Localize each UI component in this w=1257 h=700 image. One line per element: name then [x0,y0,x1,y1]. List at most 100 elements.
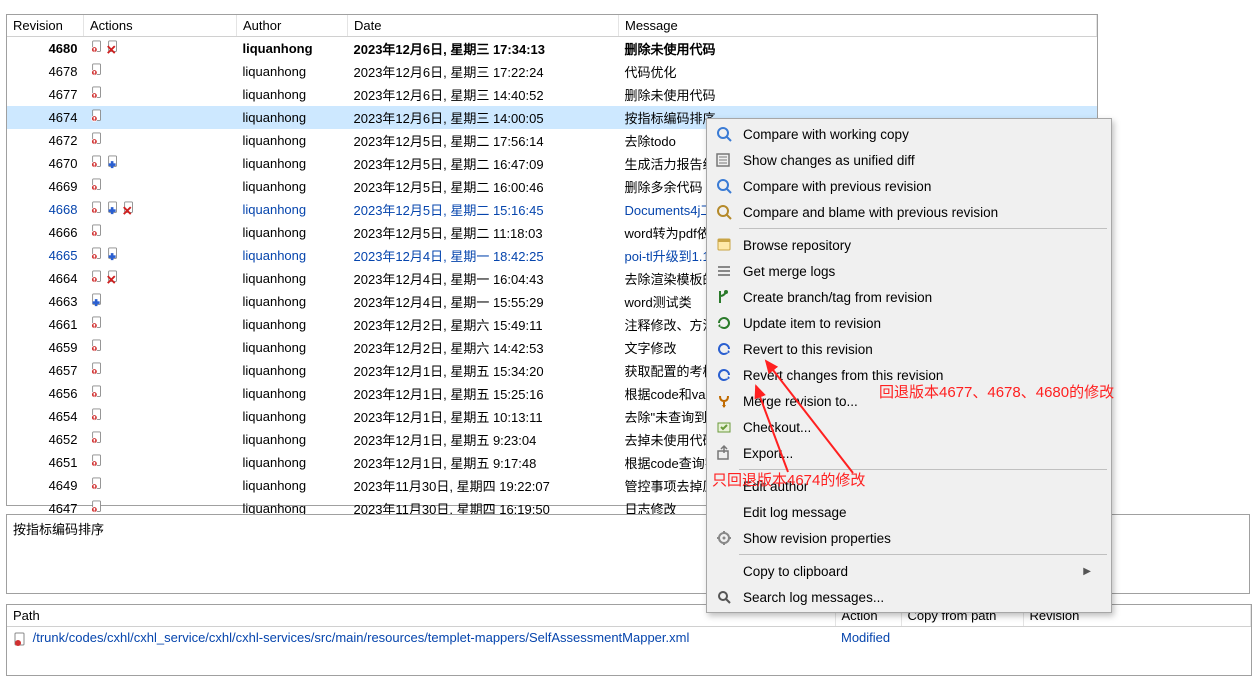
col-header-revision[interactable]: Revision [7,15,84,37]
revision-number: 4670 [49,156,78,171]
modified-icon [90,499,104,515]
revision-number: 4659 [49,340,78,355]
path-action: Modified [835,627,901,649]
added-icon [106,154,120,170]
menu-label: Compare with previous revision [743,179,931,194]
date: 2023年12月4日, 星期一 15:55:29 [354,295,544,310]
message: 按指标编码排序 [625,111,716,126]
export-icon [713,444,735,462]
menu-label: Edit log message [743,505,847,520]
revision-number: 4665 [49,248,78,263]
date: 2023年12月6日, 星期三 14:00:05 [354,111,544,126]
modified-icon [90,200,104,216]
modified-icon [90,39,104,55]
author: liquanhong [243,179,307,194]
col-header-actions[interactable]: Actions [84,15,237,37]
menu-item[interactable]: Search log messages... [709,584,1109,610]
menu-label: Compare and blame with previous revision [743,205,998,220]
author: liquanhong [243,455,307,470]
modified-icon [90,85,104,101]
props-icon [713,529,735,547]
actions-cell [84,60,237,83]
menu-item[interactable]: Export... [709,440,1109,466]
menu-item[interactable]: Get merge logs [709,258,1109,284]
menu-item[interactable]: Compare with previous revision [709,173,1109,199]
actions-cell [84,221,237,244]
actions-cell [84,267,237,290]
author: liquanhong [243,87,307,102]
modified-icon [90,430,104,446]
menu-item[interactable]: Revert to this revision [709,336,1109,362]
actions-cell [84,152,237,175]
menu-separator [739,228,1107,229]
modified-icon [90,108,104,124]
blame-icon [713,203,735,221]
search-icon [713,588,735,606]
log-row[interactable]: 4680liquanhong2023年12月6日, 星期三 17:34:13删除… [7,37,1097,61]
menu-item[interactable]: Show changes as unified diff [709,147,1109,173]
context-menu[interactable]: Compare with working copy Show changes as… [706,118,1112,613]
menu-item[interactable]: Copy to clipboard▶ [709,558,1109,584]
actions-cell [84,405,237,428]
actions-cell [84,336,237,359]
date: 2023年12月1日, 星期五 10:13:11 [354,410,543,425]
actions-cell [84,359,237,382]
menu-label: Compare with working copy [743,127,909,142]
log-row[interactable]: 4677 liquanhong 2023年12月6日, 星期三 14:40:52 删除… [7,83,1097,106]
date: 2023年12月5日, 星期二 15:16:45 [354,203,544,218]
author: liquanhong [243,386,307,401]
menu-item[interactable]: Checkout... [709,414,1109,440]
modified-icon [90,154,104,170]
deleted-icon [106,39,120,55]
modified-icon [90,177,104,193]
menu-item[interactable]: Compare with working copy [709,121,1109,147]
message: 删除多余代码 [625,180,703,195]
changed-paths-panel: Path Action Copy from path Revision /tru… [6,604,1252,676]
menu-item[interactable]: Show revision properties [709,525,1109,551]
author: liquanhong [243,248,307,263]
revision-number: 4669 [49,179,78,194]
date: 2023年12月5日, 星期二 16:47:09 [354,157,544,172]
actions-cell [84,290,237,313]
author: liquanhong [243,340,307,355]
revision-number: 4663 [49,294,78,309]
lines-icon [713,262,735,280]
date: 2023年12月1日, 星期五 15:25:16 [354,387,544,402]
update-icon [713,314,735,332]
date: 2023年12月6日, 星期三 14:40:52 [354,88,544,103]
col-header-date[interactable]: Date [348,15,619,37]
revision-number: 4657 [49,363,78,378]
modified-icon [90,62,104,78]
date: 2023年12月4日, 星期一 16:04:43 [354,272,544,287]
modified-icon [90,476,104,492]
actions-cell [84,37,237,61]
revision-number: 4677 [49,87,78,102]
log-row[interactable]: 4678liquanhong2023年12月6日, 星期三 17:22:24代码… [7,60,1097,83]
annotation-1: 回退版本4677、4678、4680的修改 [879,381,1114,402]
date: 2023年12月5日, 星期二 11:18:03 [354,226,543,241]
revision-number: 4672 [49,133,78,148]
revision-number: 4666 [49,225,78,240]
menu-label: Merge revision to... [743,394,858,409]
added-icon [90,292,104,308]
log-header-row[interactable]: Revision Actions Author Date Message [7,15,1097,37]
col-header-author[interactable]: Author [237,15,348,37]
author: liquanhong [243,432,307,447]
menu-item[interactable]: Compare and blame with previous revision [709,199,1109,225]
path-text: /trunk/codes/cxhl/cxhl_service/cxhl/cxhl… [33,630,690,645]
menu-item[interactable]: Create branch/tag from revision [709,284,1109,310]
merge-icon [713,392,735,410]
actions-cell [84,474,237,497]
menu-label: Browse repository [743,238,851,253]
menu-item[interactable]: Update item to revision [709,310,1109,336]
message: 删除未使用代码 [625,42,716,57]
revision-number: 4680 [49,41,78,56]
menu-item[interactable]: Browse repository [709,232,1109,258]
message: 删除未使用代码 [625,88,716,103]
author: liquanhong [243,294,307,309]
menu-item[interactable]: Edit log message [709,499,1109,525]
path-row[interactable]: /trunk/codes/cxhl/cxhl_service/cxhl/cxhl… [7,627,1251,649]
date: 2023年12月1日, 星期五 9:23:04 [354,433,537,448]
added-icon [106,200,120,216]
col-header-message[interactable]: Message [619,15,1097,37]
